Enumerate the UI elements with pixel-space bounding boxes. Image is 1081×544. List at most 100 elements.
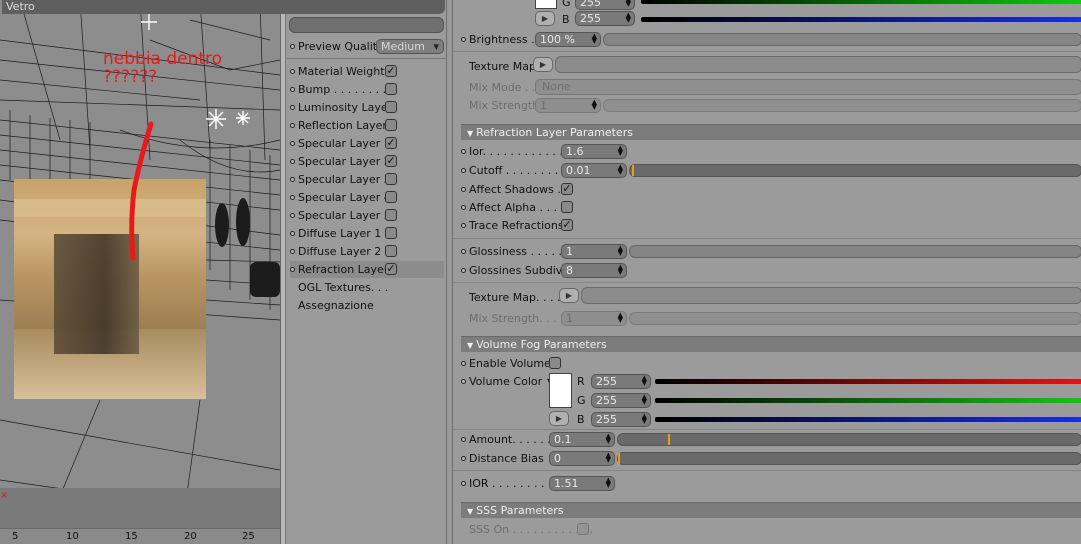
channel-checkbox[interactable]: ✓ [385,155,397,167]
spinner-icon[interactable]: ▲▼ [592,33,597,45]
texture-map-field[interactable] [555,56,1081,73]
b-value-input[interactable]: 255 ▲ ▼ [575,11,635,26]
amount-slider[interactable] [617,433,1081,446]
affect-shadows-checkbox[interactable]: ✓ [561,183,573,195]
spinner-icon[interactable]: ▲▼ [618,312,623,324]
cutoff-value: 0.01 [566,164,591,177]
channel-diffuse-1[interactable]: Diffuse Layer 1 [290,225,397,242]
3d-viewport[interactable]: × nebbia dentro ?????? 5 10 15 20 25 [0,0,280,544]
brightness-input[interactable]: 100 % ▲ ▼ [535,32,601,47]
channel-checkbox[interactable] [385,173,397,185]
color-picker-button[interactable]: ▶ [549,411,569,426]
channel-label: Material Weight [298,65,385,78]
ior-volume-input[interactable]: 1.51 ▲ ▼ [549,476,615,491]
channel-specular-1[interactable]: Specular Layer 1 ✓ [290,135,397,152]
panel-divider[interactable] [280,0,286,544]
channel-bump[interactable]: Bump . . . . . . . . . [290,81,397,98]
cutoff-input[interactable]: 0.01 ▲ ▼ [561,163,627,178]
sss-on-checkbox[interactable] [577,523,589,535]
timeline-ruler[interactable]: 5 10 15 20 25 [0,528,280,544]
spinner-icon[interactable]: ▲▼ [606,433,611,445]
channel-reflection[interactable]: Reflection Layer [290,117,397,134]
b-gradient-slider[interactable] [641,17,1081,22]
trace-refractions-row: Trace Refractions [461,217,564,234]
mix-mode-dropdown[interactable]: None [535,79,1081,95]
texture-map-2-field[interactable] [581,287,1081,304]
channel-luminosity[interactable]: Luminosity Layer [290,99,397,116]
glossiness-input[interactable]: 1 ▲ ▼ [561,244,627,259]
mix-strength-2-slider[interactable] [629,312,1081,325]
b-gradient-slider[interactable] [655,417,1081,422]
channel-specular-3[interactable]: Specular Layer 3 [290,171,397,188]
spinner-icon[interactable]: ▲▼ [642,375,647,387]
channel-checkbox[interactable] [385,227,397,239]
refraction-section-header[interactable]: ▼ Refraction Layer Parameters [461,124,1081,140]
assegnazione-item[interactable]: Assegnazione [298,297,374,314]
color-swatch[interactable] [535,0,557,9]
glossines-subdivs-input[interactable]: 8 ▲ ▼ [561,263,627,278]
volume-fog-section-header[interactable]: ▼ Volume Fog Parameters [461,336,1081,352]
spinner-icon[interactable]: ▲▼ [626,0,631,8]
spinner-icon[interactable]: ▲▼ [618,164,623,176]
channel-checkbox[interactable]: ✓ [385,65,397,77]
channel-label: Bump [298,83,331,96]
g-gradient-slider[interactable] [655,398,1081,403]
glossiness-slider[interactable] [629,245,1081,258]
trace-refractions-checkbox[interactable]: ✓ [561,219,573,231]
volume-color-swatch[interactable] [549,373,572,408]
affect-alpha-checkbox[interactable] [561,201,573,213]
sss-section-header[interactable]: ▼ SSS Parameters [461,502,1081,518]
channel-specular-2[interactable]: Specular Layer 2 ✓ [290,153,397,170]
enable-volume-checkbox[interactable] [549,357,561,369]
b-value-input[interactable]: 255 ▲ ▼ [591,412,651,427]
channel-refraction[interactable]: Refraction Layer ✓ [290,261,444,278]
channel-label: Specular Layer 3 [298,173,391,186]
preview-quality-dropdown[interactable]: Medium ▾ [376,38,444,54]
divider [453,470,1081,471]
channel-checkbox[interactable] [385,83,397,95]
spinner-icon[interactable]: ▲▼ [592,99,597,111]
spinner-icon[interactable]: ▲▼ [626,12,631,24]
channel-checkbox[interactable] [385,101,397,113]
channel-diffuse-2[interactable]: Diffuse Layer 2 [290,243,397,260]
mix-strength-input[interactable]: 1 ▲ ▼ [535,98,601,113]
spinner-icon[interactable]: ▲▼ [606,452,611,464]
texture-map-2-row: Texture Map. . . . . [469,289,567,306]
cutoff-slider[interactable] [629,164,1081,177]
color-picker-button[interactable]: ▶ [535,11,555,26]
mix-strength-2-input[interactable]: 1 ▲ ▼ [561,311,627,326]
spinner-icon[interactable]: ▲▼ [618,245,623,257]
channel-checkbox[interactable] [385,245,397,257]
radio-dot-icon [461,205,466,210]
g-value-input[interactable]: 255 ▲▼ [591,393,651,408]
spinner-icon[interactable]: ▲▼ [618,145,623,157]
distance-bias-label: Distance Bias [469,452,544,465]
distance-bias-input[interactable]: 0 ▲ ▼ [549,451,615,466]
channel-label: Luminosity Layer [298,101,393,114]
channel-specular-5[interactable]: Specular Layer 5 [290,207,397,224]
channel-checkbox[interactable]: ✓ [385,263,397,275]
ior-input[interactable]: 1.6 ▲ ▼ [561,144,627,159]
channel-material-weight[interactable]: Material Weight ✓ [290,63,397,80]
spinner-icon[interactable]: ▲▼ [606,477,611,489]
channel-checkbox[interactable]: ✓ [385,137,397,149]
channel-checkbox[interactable] [385,119,397,131]
spinner-icon[interactable]: ▲▼ [642,413,647,425]
spinner-icon[interactable]: ▲▼ [642,394,647,406]
amount-input[interactable]: 0.1 ▲ ▼ [549,432,615,447]
texture-map-button[interactable]: ▶ [533,57,553,72]
brightness-slider[interactable] [603,33,1081,46]
channel-checkbox[interactable] [385,209,397,221]
channel-specular-4[interactable]: Specular Layer 4 [290,189,397,206]
channel-checkbox[interactable] [385,191,397,203]
g-gradient-slider[interactable] [641,0,1081,4]
r-value-input[interactable]: 255 ▲ ▼ [591,374,651,389]
ogl-textures-item[interactable]: OGL Textures. . . [298,279,388,296]
r-gradient-slider[interactable] [655,379,1081,384]
spinner-icon[interactable]: ▲▼ [618,264,623,276]
distance-bias-slider[interactable] [617,452,1081,465]
material-name-field[interactable] [289,17,444,33]
g-value-input[interactable]: 255 ▲▼ [575,0,635,10]
mix-strength-slider[interactable] [603,99,1081,112]
texture-map-2-button[interactable]: ▶ [559,288,579,303]
